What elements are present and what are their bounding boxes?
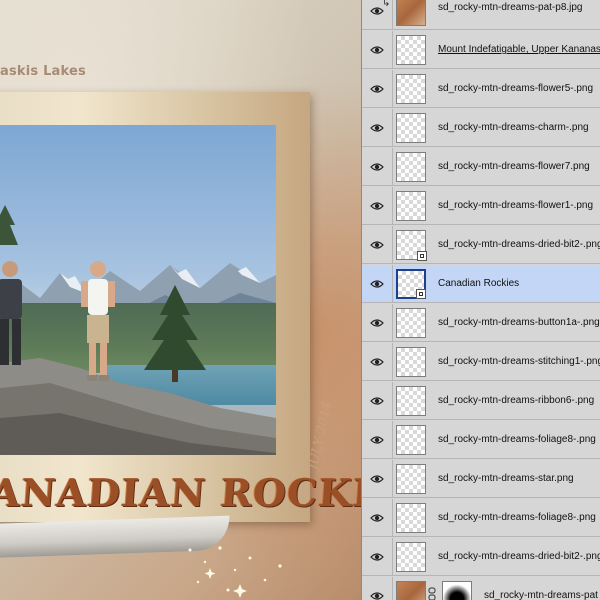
layer-name: sd_rocky-mtn-dreams-foliage8-.png <box>438 512 596 523</box>
document-canvas[interactable]: askis Lakes ANADIAN ROCKIES JULY 2014 <box>0 0 361 600</box>
visibility-eye-icon[interactable] <box>362 421 393 458</box>
visibility-eye-icon[interactable] <box>362 265 393 302</box>
layer-thumbnail[interactable] <box>396 347 426 377</box>
layer-thumbnail[interactable] <box>396 542 426 572</box>
layer-name: Canadian Rockies <box>438 278 520 289</box>
visibility-eye-icon[interactable] <box>362 226 393 263</box>
visibility-eye-icon[interactable] <box>362 460 393 497</box>
layer-row[interactable]: sd_rocky-mtn-dreams-star.png <box>362 460 600 498</box>
layer-row[interactable]: sd_rocky-mtn-dreams-foliage8-.png <box>362 421 600 459</box>
layer-row[interactable]: ↳ sd_rocky-mtn-dreams-pat-p8.jpg <box>362 0 600 30</box>
layer-name: sd_rocky-mtn-dreams-flower7.png <box>438 161 590 172</box>
layer-name: sd_rocky-mtn-dreams-charm-.png <box>438 122 589 133</box>
layer-row[interactable]: sd_rocky-mtn-dreams-button1a-.png <box>362 304 600 342</box>
layer-name: sd_rocky-mtn-dreams-flower1-.png <box>438 200 594 211</box>
journaling-caption: askis Lakes <box>0 64 86 79</box>
layer-thumbnail[interactable] <box>396 308 426 338</box>
layer-row[interactable]: sd_rocky-mtn-dreams-ribbon6-.png <box>362 382 600 420</box>
layer-row[interactable]: Mount Indefatigable, Upper Kananas <box>362 31 600 69</box>
layer-thumbnail[interactable] <box>396 74 426 104</box>
chain-link-icon[interactable] <box>428 587 436 600</box>
layer-thumbnail[interactable] <box>396 191 426 221</box>
layer-name: sd_rocky-mtn-dreams-star.png <box>438 473 574 484</box>
layer-thumbnail[interactable] <box>396 269 426 299</box>
layer-thumbnail[interactable] <box>396 113 426 143</box>
layer-row[interactable]: sd_rocky-mtn-dreams-flower5-.png <box>362 70 600 108</box>
layer-name: sd_rocky-mtn-dreams-flower5-.png <box>438 83 594 94</box>
layers-panel[interactable]: ↳ sd_rocky-mtn-dreams-pat-p8.jpg Mount Ind… <box>361 0 600 600</box>
layer-thumbnail[interactable] <box>396 386 426 416</box>
layer-thumbnail[interactable] <box>396 464 426 494</box>
visibility-eye-icon[interactable] <box>362 382 393 419</box>
visibility-eye-icon[interactable] <box>362 577 393 600</box>
visibility-eye-icon[interactable] <box>362 70 393 107</box>
hiker-white-shirt <box>81 261 115 381</box>
layer-row[interactable]: sd_rocky-mtn-dreams-stitching1-.png <box>362 343 600 381</box>
layer-thumbnail[interactable] <box>396 230 427 261</box>
layer-name: sd_rocky-mtn-dreams-pat <box>484 590 598 600</box>
layer-name: sd_rocky-mtn-dreams-pat-p8.jpg <box>438 2 583 13</box>
visibility-eye-icon[interactable] <box>362 187 393 224</box>
sparkle-scatter <box>188 546 282 598</box>
pine-tree <box>144 285 206 382</box>
layer-name: sd_rocky-mtn-dreams-dried-bit2-.png <box>438 239 600 250</box>
layer-row[interactable]: sd_rocky-mtn-dreams-charm-.png <box>362 109 600 147</box>
layer-name: sd_rocky-mtn-dreams-dried-bit2-.png <box>438 551 600 562</box>
smart-object-icon <box>416 289 426 299</box>
smart-object-icon <box>417 251 427 261</box>
visibility-eye-icon[interactable] <box>362 31 393 68</box>
layer-thumbnail[interactable] <box>396 503 426 533</box>
layer-thumbnail[interactable] <box>396 0 426 26</box>
layer-mask-thumbnail[interactable] <box>442 581 472 600</box>
clipping-arrow-icon: ↳ <box>382 0 391 9</box>
layer-row[interactable]: sd_rocky-mtn-dreams-flower1-.png <box>362 187 600 225</box>
visibility-eye-icon[interactable] <box>362 109 393 146</box>
layer-name: sd_rocky-mtn-dreams-ribbon6-.png <box>438 395 595 406</box>
layer-name: Mount Indefatigable, Upper Kananas <box>438 44 600 55</box>
layer-name: sd_rocky-mtn-dreams-stitching1-.png <box>438 356 600 367</box>
hiker-dark-shirt <box>0 261 22 365</box>
layer-thumbnail[interactable] <box>396 152 426 182</box>
layer-row[interactable]: sd_rocky-mtn-dreams-flower7.png <box>362 148 600 186</box>
layer-row[interactable]: sd_rocky-mtn-dreams-pat <box>362 577 600 600</box>
layer-row[interactable]: sd_rocky-mtn-dreams-dried-bit2-.png <box>362 538 600 576</box>
layer-name: sd_rocky-mtn-dreams-button1a-.png <box>438 317 600 328</box>
visibility-eye-icon[interactable] <box>362 343 393 380</box>
title-word-art: ANADIAN ROCKIES <box>0 470 361 515</box>
layer-name: sd_rocky-mtn-dreams-foliage8-.png <box>438 434 596 445</box>
layer-row[interactable]: sd_rocky-mtn-dreams-dried-bit2-.png <box>362 226 600 264</box>
visibility-eye-icon[interactable] <box>362 538 393 575</box>
layer-row[interactable]: sd_rocky-mtn-dreams-foliage8-.png <box>362 499 600 537</box>
layer-thumbnail[interactable] <box>396 425 426 455</box>
layer-thumbnail[interactable] <box>396 35 426 65</box>
visibility-eye-icon[interactable] <box>362 304 393 341</box>
layer-thumbnail[interactable] <box>396 581 426 600</box>
left-tree <box>0 205 18 245</box>
visibility-eye-icon[interactable] <box>362 499 393 536</box>
photo-rocks <box>0 358 276 455</box>
visibility-eye-icon[interactable] <box>362 148 393 185</box>
layer-row[interactable]: Canadian Rockies <box>362 265 600 303</box>
mountain-photo <box>0 125 276 455</box>
